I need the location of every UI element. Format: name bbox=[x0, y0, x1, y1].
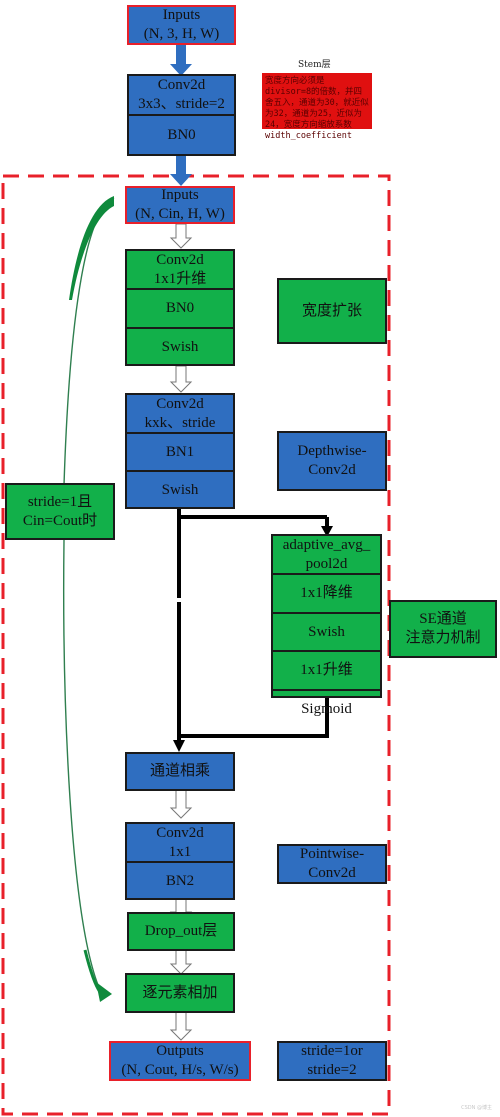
hollow-arrow-1 bbox=[169, 223, 193, 249]
expand-conv-title: Conv2d bbox=[156, 251, 204, 268]
stem-arrow-1 bbox=[170, 42, 192, 76]
expand-label: 宽度扩张 bbox=[301, 302, 362, 319]
expand-conv-params: 1x1升维 bbox=[153, 270, 207, 287]
multiply-label: 通道相乘 bbox=[149, 763, 210, 779]
se-expand-label: 1x1升维 bbox=[300, 662, 353, 678]
se-label-box: SE通道 注意力机制 bbox=[389, 600, 497, 658]
depthwise-stack: Conv2d kxk、stride BN1 Swish bbox=[125, 393, 235, 509]
stem-conv-cell: Conv2d 3x3、stride=2 bbox=[129, 76, 234, 116]
stride-note-box: stride=1or stride=2 bbox=[277, 1041, 387, 1081]
stem-note: 宽度方向必须是divisor=8的倍数，并四舍五入，通道为30，就近似为32，通… bbox=[262, 73, 372, 141]
depthwise-conv-params: kxk、stride bbox=[144, 414, 216, 431]
dropout-box: Drop_out层 bbox=[127, 912, 235, 951]
se-act-cell: Swish bbox=[273, 614, 380, 652]
stem-conv-title: Conv2d bbox=[157, 77, 206, 93]
pointwise-bn-label: BN2 bbox=[165, 873, 195, 889]
shortcut-condition-line1: stride=1且 bbox=[27, 493, 93, 510]
outputs-box: Outputs (N, Cout, H/s, W/s) bbox=[109, 1041, 251, 1081]
stem-inputs-title: Inputs bbox=[162, 7, 201, 23]
expand-act-cell: Swish bbox=[127, 329, 233, 366]
shortcut-curve-head bbox=[69, 196, 114, 300]
pointwise-label-line2: Conv2d bbox=[308, 865, 356, 881]
shortcut-condition-box: stride=1且 Cin=Cout时 bbox=[5, 483, 115, 540]
add-label: 逐元素相加 bbox=[142, 984, 218, 1001]
se-stack: adaptive_avg_ pool2d 1x1降维 Swish 1x1升维 S… bbox=[271, 534, 382, 717]
expand-bn-label: BN0 bbox=[165, 300, 195, 316]
se-act-label: Swish bbox=[308, 623, 345, 640]
outputs-shape: (N, Cout, H/s, W/s) bbox=[121, 1062, 239, 1078]
dropout-label: Drop_out层 bbox=[144, 923, 218, 939]
depthwise-conv-cell: Conv2d kxk、stride bbox=[127, 395, 233, 434]
shortcut-curve bbox=[63, 197, 115, 991]
mbconv-inputs-box: Inputs (N, Cin, H, W) bbox=[125, 186, 235, 224]
stem-conv-params: 3x3、stride=2 bbox=[138, 96, 225, 112]
stem-arrow-2 bbox=[170, 156, 192, 186]
connectors-layer bbox=[1, 42, 391, 1116]
pointwise-bn-cell: BN2 bbox=[127, 863, 233, 900]
stem-conv-stack: Conv2d 3x3、stride=2 BN0 bbox=[127, 74, 236, 156]
expand-bn-cell: BN0 bbox=[127, 290, 233, 329]
expand-label-box: 宽度扩张 bbox=[277, 278, 387, 344]
watermark: CSDN @博主 bbox=[461, 1105, 492, 1111]
se-label-line1: SE通道 bbox=[419, 611, 467, 627]
se-gate-cell: Sigmoid bbox=[273, 691, 380, 728]
depthwise-act-cell: Swish bbox=[127, 472, 233, 509]
hollow-arrow-3 bbox=[169, 789, 193, 819]
expand-stack: Conv2d 1x1升维 BN0 Swish bbox=[125, 249, 235, 366]
depthwise-bn-label: BN1 bbox=[165, 443, 195, 460]
pointwise-label-box: Pointwise- Conv2d bbox=[277, 844, 387, 884]
pointwise-conv-cell: Conv2d 1x1 bbox=[127, 824, 233, 863]
stem-inputs-shape: (N, 3, H, W) bbox=[143, 26, 220, 42]
multiply-arrowhead bbox=[173, 740, 185, 752]
depthwise-bn-cell: BN1 bbox=[127, 434, 233, 472]
se-expand-cell: 1x1升维 bbox=[273, 652, 380, 691]
multiply-box: 通道相乘 bbox=[125, 752, 235, 791]
depthwise-label-box: Depthwise- Conv2d bbox=[277, 431, 387, 491]
shortcut-curve-tail bbox=[83, 949, 102, 993]
se-pool-line2: pool2d bbox=[305, 555, 348, 572]
se-pool-cell: adaptive_avg_ pool2d bbox=[273, 536, 380, 575]
depthwise-act-label: Swish bbox=[161, 482, 199, 498]
pointwise-label-line1: Pointwise- bbox=[299, 846, 365, 862]
depthwise-label-line1: Depthwise- bbox=[297, 443, 367, 459]
hollow-arrow-2 bbox=[169, 365, 193, 393]
hollow-arrow-5 bbox=[169, 949, 193, 975]
hollow-arrow-6 bbox=[169, 1011, 193, 1041]
expand-act-label: Swish bbox=[161, 339, 199, 355]
stem-bn-cell: BN0 bbox=[129, 116, 234, 154]
se-gate-label: Sigmoid bbox=[301, 701, 352, 717]
depthwise-label-line2: Conv2d bbox=[308, 462, 356, 478]
stem-label: Stem层 bbox=[298, 60, 331, 70]
pointwise-stack: Conv2d 1x1 BN2 bbox=[125, 822, 235, 900]
mbconv-inputs-shape: (N, Cin, H, W) bbox=[135, 206, 225, 222]
pointwise-conv-title: Conv2d bbox=[156, 824, 204, 841]
depthwise-conv-title: Conv2d bbox=[156, 395, 204, 412]
stem-bn-label: BN0 bbox=[167, 126, 196, 143]
stride-note-line1: stride=1or bbox=[301, 1043, 363, 1059]
expand-conv-cell: Conv2d 1x1升维 bbox=[127, 251, 233, 290]
add-box: 逐元素相加 bbox=[125, 973, 235, 1013]
outputs-title: Outputs bbox=[156, 1043, 204, 1059]
stride-note-line2: stride=2 bbox=[307, 1062, 357, 1078]
shortcut-arrowhead bbox=[96, 982, 112, 1002]
se-reduce-cell: 1x1降维 bbox=[273, 575, 380, 614]
se-pool-line1: adaptive_avg_ bbox=[282, 536, 371, 553]
pointwise-conv-params: 1x1 bbox=[168, 843, 192, 860]
shortcut-condition-line2: Cin=Cout时 bbox=[22, 512, 98, 529]
stem-inputs-box: Inputs (N, 3, H, W) bbox=[127, 5, 236, 45]
mbconv-inputs-title: Inputs bbox=[161, 187, 199, 203]
se-label-line2: 注意力机制 bbox=[405, 630, 481, 646]
se-reduce-label: 1x1降维 bbox=[300, 585, 353, 601]
